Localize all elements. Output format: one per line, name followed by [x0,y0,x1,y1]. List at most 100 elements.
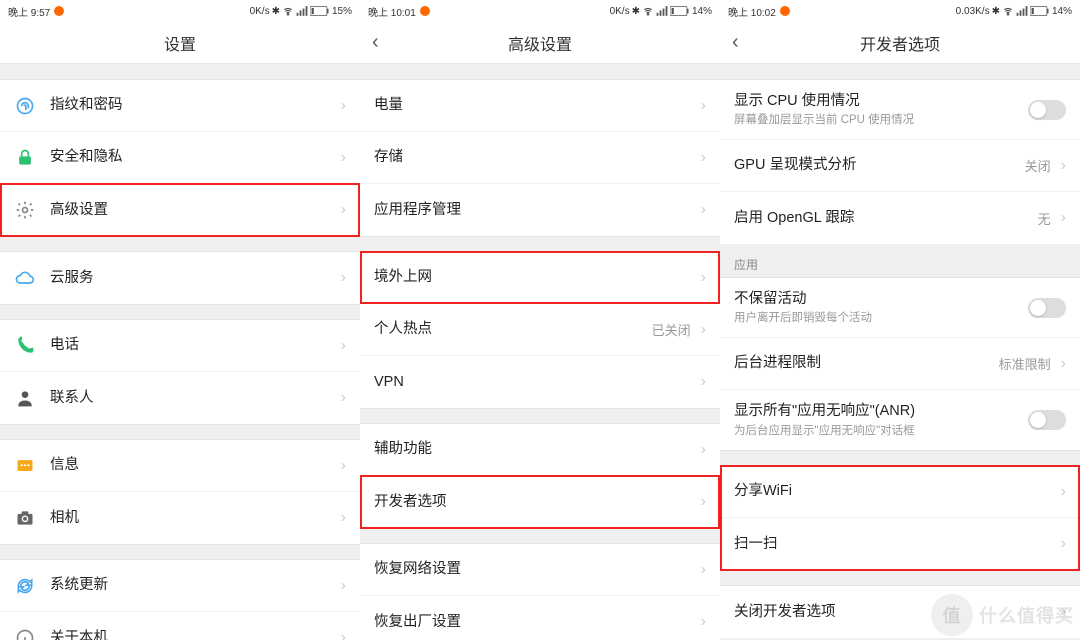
toggle-switch[interactable] [1028,298,1066,318]
wifi-icon [282,6,294,16]
section-gap [360,64,720,80]
chevron-right-icon: › [341,97,346,115]
status-bar: 晚上 9:57 0K/s ✱ 15% [0,0,360,22]
show-anr-item[interactable]: 显示所有"应用无响应"(ANR)为后台应用显示"应用无响应"对话框 [720,390,1080,450]
phone-icon [14,335,36,357]
advanced-settings-item[interactable]: 高级设置› [0,184,360,236]
row-label: 信息 [50,455,337,475]
chevron-right-icon: › [701,441,706,459]
cloud-icon [14,267,36,289]
gpu-render-item[interactable]: GPU 呈现模式分析关闭› [720,140,1080,192]
background-process-limit-item[interactable]: 后台进程限制标准限制› [720,338,1080,390]
row-label: 个人热点 [374,319,652,339]
settings-list[interactable]: 指纹和密码›安全和隐私›高级设置›云服务›电话›联系人›信息›相机›系统更新›关… [0,64,360,640]
row-label: 电话 [50,335,337,355]
status-time: 晚上 9:57 [8,4,50,19]
chevron-right-icon: › [1061,483,1066,501]
navbar: ‹高级设置 [360,22,720,64]
panel-0: 晚上 9:57 0K/s ✱ 15%设置指纹和密码›安全和隐私›高级设置›云服务… [0,0,360,640]
navbar-title: 设置 [164,31,196,55]
section-gap [360,236,720,252]
accessibility-item[interactable]: 辅助功能› [360,424,720,476]
factory-reset-item[interactable]: 恢复出厂设置› [360,596,720,640]
chevron-right-icon: › [701,613,706,631]
storage-item[interactable]: 存储› [360,132,720,184]
section-header: 应用 [720,244,1080,278]
status-notif-icon [54,6,64,16]
chevron-right-icon: › [701,561,706,579]
show-cpu-item[interactable]: 显示 CPU 使用情况屏幕叠加层显示当前 CPU 使用情况 [720,80,1080,140]
section-gap [0,424,360,440]
about-phone-item[interactable]: 关于本机› [0,612,360,640]
toggle-switch[interactable] [1028,410,1066,430]
row-label: 扫一扫 [734,534,1057,554]
status-netspeed: 0.03K/s [956,6,990,17]
bluetooth-icon: ✱ [992,6,1000,17]
phone-item[interactable]: 电话› [0,320,360,372]
vpn-item[interactable]: VPN› [360,356,720,408]
settings-list[interactable]: 电量›存储›应用程序管理›境外上网›个人热点已关闭›VPN›辅助功能›开发者选项… [360,64,720,640]
status-time: 晚上 10:02 [728,4,776,19]
battery-icon [1030,6,1050,16]
chevron-right-icon: › [341,269,346,287]
section-gap [0,236,360,252]
row-label: 不保留活动 [734,289,1028,309]
message-icon [14,455,36,477]
battery-icon [310,6,330,16]
navbar: ‹开发者选项 [720,22,1080,64]
back-button[interactable]: ‹ [732,31,739,54]
camera-item[interactable]: 相机› [0,492,360,544]
row-label: 分享WiFi [734,481,1057,501]
row-label: 后台进程限制 [734,353,999,373]
contacts-item[interactable]: 联系人› [0,372,360,424]
status-battery: 15% [332,6,352,17]
battery-item[interactable]: 电量› [360,80,720,132]
chevron-right-icon: › [1061,157,1066,175]
cloud-service-item[interactable]: 云服务› [0,252,360,304]
settings-list[interactable]: 显示 CPU 使用情况屏幕叠加层显示当前 CPU 使用情况GPU 呈现模式分析关… [720,64,1080,640]
chevron-right-icon: › [341,629,346,640]
contact-icon [14,387,36,409]
chevron-right-icon: › [341,577,346,595]
row-label: 恢复网络设置 [374,559,697,579]
fingerprint-password-item[interactable]: 指纹和密码› [0,80,360,132]
no-keep-activities-item[interactable]: 不保留活动用户离开后即销毁每个活动 [720,278,1080,338]
chevron-right-icon: › [701,373,706,391]
reset-network-item[interactable]: 恢复网络设置› [360,544,720,596]
hotspot-item[interactable]: 个人热点已关闭› [360,304,720,356]
row-label: GPU 呈现模式分析 [734,155,1025,175]
row-label: 显示 CPU 使用情况 [734,91,1028,111]
scan-item[interactable]: 扫一扫› [720,518,1080,570]
watermark: 值什么值得买 [931,594,1074,636]
toggle-switch[interactable] [1028,100,1066,120]
chevron-right-icon: › [341,149,346,167]
row-label: 云服务 [50,268,337,288]
section-gap [720,64,1080,80]
wifi-icon [642,6,654,16]
chevron-right-icon: › [341,389,346,407]
system-update-item[interactable]: 系统更新› [0,560,360,612]
status-bar: 晚上 10:01 0K/s ✱ 14% [360,0,720,22]
chevron-right-icon: › [341,509,346,527]
camera-icon [14,507,36,529]
share-wifi-item[interactable]: 分享WiFi› [720,466,1080,518]
fingerprint-icon [14,95,36,117]
security-privacy-item[interactable]: 安全和隐私› [0,132,360,184]
chevron-right-icon: › [341,337,346,355]
row-label: 高级设置 [50,200,337,220]
chevron-right-icon: › [1061,209,1066,227]
chevron-right-icon: › [701,201,706,219]
status-bar: 晚上 10:02 0.03K/s ✱ 14% [720,0,1080,22]
row-value: 标准限制 [999,354,1051,373]
apps-item[interactable]: 应用程序管理› [360,184,720,236]
row-label: 存储 [374,147,697,167]
messages-item[interactable]: 信息› [0,440,360,492]
chevron-right-icon: › [701,493,706,511]
overseas-internet-item[interactable]: 境外上网› [360,252,720,304]
row-label: 启用 OpenGL 跟踪 [734,208,1038,228]
opengl-trace-item[interactable]: 启用 OpenGL 跟踪无› [720,192,1080,244]
row-label: VPN [374,372,697,392]
back-button[interactable]: ‹ [372,31,379,54]
developer-options-item[interactable]: 开发者选项› [360,476,720,528]
chevron-right-icon: › [1061,535,1066,553]
